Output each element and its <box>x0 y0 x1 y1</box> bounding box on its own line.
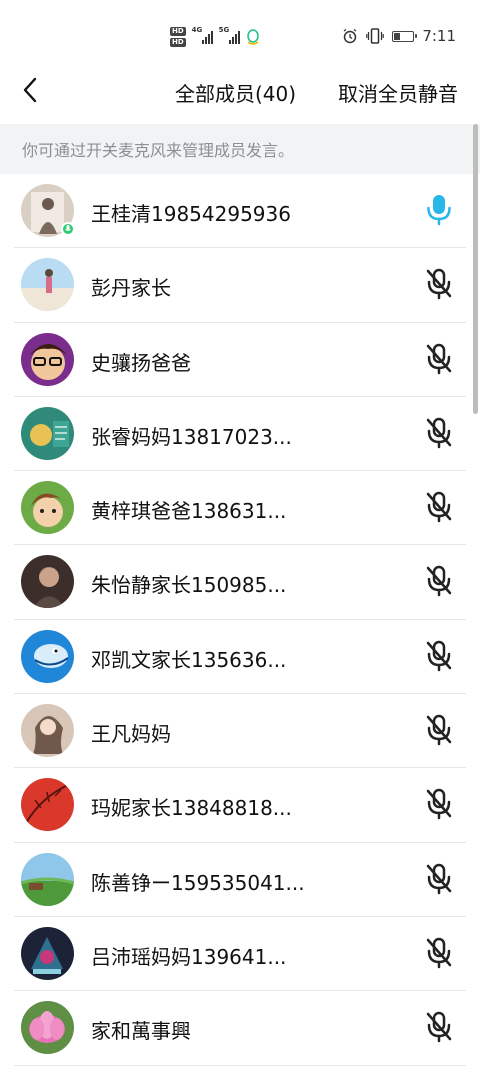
microphone-muted-icon <box>426 640 452 672</box>
avatar <box>21 481 74 535</box>
chevron-left-icon <box>23 77 37 103</box>
page-title: 全部成员(40) <box>175 82 297 106</box>
avatar <box>21 1001 74 1055</box>
mic-toggle-button[interactable] <box>422 1009 456 1045</box>
member-row[interactable]: 史骧扬爸爸 <box>0 323 480 398</box>
avatar <box>21 704 74 758</box>
avatar <box>21 926 74 980</box>
header: 全部成员(40) 取消全员静音 <box>0 70 480 122</box>
mic-toggle-button[interactable] <box>422 341 456 377</box>
member-name: 史骧扬爸爸 <box>91 350 191 375</box>
member-row[interactable]: 朱怡静家长150985... <box>0 545 480 621</box>
cancel-mute-all-button[interactable]: 取消全员静音 <box>338 78 458 107</box>
member-name: 家和萬事興 <box>91 1019 191 1044</box>
member-name: 王桂清19854295936 <box>91 202 291 226</box>
mic-toggle-button[interactable] <box>422 192 456 228</box>
alarm-icon <box>343 28 357 44</box>
vibrate-icon <box>366 28 385 44</box>
avatar <box>21 406 74 460</box>
member-row[interactable]: 玛妮家长13848818... <box>0 768 480 843</box>
mic-toggle-button[interactable] <box>422 786 456 822</box>
mic-toggle-button[interactable] <box>422 861 456 897</box>
avatar <box>21 332 74 386</box>
member-name: 陈善铮ー159535041... <box>91 870 305 895</box>
qq-icon <box>246 29 259 45</box>
battery-icon <box>392 30 418 42</box>
system-indicators: 7:11 <box>342 26 456 46</box>
microphone-muted-icon <box>426 343 452 374</box>
mic-toggle-button[interactable] <box>422 638 456 674</box>
mic-toggle-button[interactable] <box>422 935 456 971</box>
speaking-indicator-icon <box>61 222 75 236</box>
clock: 7:11 <box>422 27 456 45</box>
member-row[interactable]: 张睿妈妈13817023... <box>0 397 480 472</box>
microphone-muted-icon <box>426 1012 452 1043</box>
avatar <box>21 258 74 312</box>
member-name: 张睿妈妈13817023... <box>91 424 292 449</box>
microphone-muted-icon <box>426 863 452 894</box>
scrollbar[interactable] <box>473 124 478 414</box>
back-button[interactable] <box>14 74 46 106</box>
status-bar: HD HD 4G 5G 7:11 <box>0 0 480 70</box>
member-name: 朱怡静家长150985... <box>91 573 287 598</box>
member-row[interactable]: 家和萬事興 <box>0 991 480 1066</box>
member-row[interactable]: 黄梓琪爸爸138631... <box>0 471 480 546</box>
mic-toggle-button[interactable] <box>422 712 456 748</box>
member-name: 黄梓琪爸爸138631... <box>91 499 287 524</box>
member-name: 玛妮家长13848818... <box>91 796 292 821</box>
microphone-muted-icon <box>426 269 452 300</box>
member-name: 彭丹家长 <box>91 276 171 301</box>
member-row[interactable]: 王凡妈妈 <box>0 694 480 769</box>
mic-toggle-button[interactable] <box>422 415 456 451</box>
hd-badge: HD <box>170 38 186 47</box>
member-row[interactable]: 王桂清19854295936 <box>0 174 480 249</box>
microphone-muted-icon <box>426 417 452 449</box>
avatar <box>21 629 74 683</box>
member-row[interactable]: 陈善铮ー159535041... <box>0 843 480 918</box>
hint-banner: 你可通过开关麦克风来管理成员发言。 <box>0 124 480 174</box>
member-name: 邓凯文家长135636... <box>91 647 287 672</box>
mic-toggle-button[interactable] <box>422 266 456 302</box>
microphone-muted-icon <box>426 566 452 597</box>
microphone-muted-icon <box>426 789 452 820</box>
member-name: 王凡妈妈 <box>91 722 171 747</box>
avatar <box>21 555 74 609</box>
member-row[interactable]: 彭丹家长 <box>0 248 480 323</box>
microphone-muted-icon <box>426 714 452 746</box>
microphone-muted-icon <box>426 491 452 523</box>
mic-toggle-button[interactable] <box>422 563 456 599</box>
avatar <box>21 852 74 906</box>
mic-toggle-button[interactable] <box>422 489 456 525</box>
network-indicators: HD HD 4G 5G <box>170 24 260 50</box>
avatar <box>21 778 74 832</box>
member-row[interactable]: 邓凯文家长135636... <box>0 620 480 695</box>
member-name: 吕沛瑶妈妈139641... <box>91 944 287 969</box>
signal-icon: 4G <box>192 26 213 44</box>
signal-icon: 5G <box>219 26 240 44</box>
microphone-muted-icon <box>426 937 452 969</box>
hd-badge: HD <box>170 27 186 36</box>
microphone-icon <box>427 195 451 226</box>
member-list: 王桂清19854295936 彭丹家长 史骧扬爸爸 张睿妈妈13817023..… <box>0 174 480 1066</box>
member-row[interactable]: 吕沛瑶妈妈139641... <box>0 917 480 992</box>
